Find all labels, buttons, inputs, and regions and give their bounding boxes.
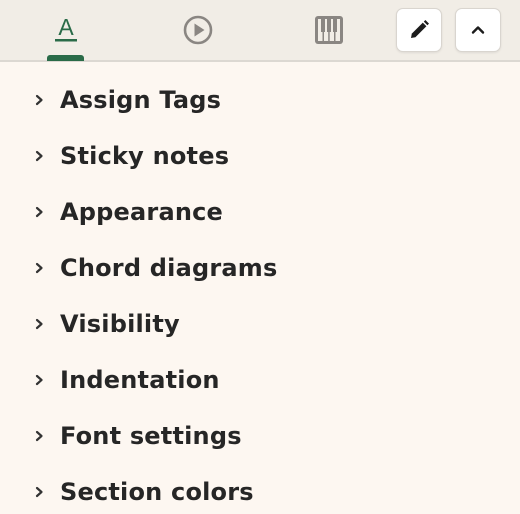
chevron-right-icon xyxy=(32,261,46,275)
menu-item-assign-tags[interactable]: Assign Tags xyxy=(0,72,520,128)
playback-tab[interactable] xyxy=(172,0,224,60)
chevron-right-icon xyxy=(32,205,46,219)
menu-item-label: Sticky notes xyxy=(60,142,230,170)
chevron-right-icon xyxy=(32,149,46,163)
menu-item-font-settings[interactable]: Font settings xyxy=(0,408,520,464)
settings-menu: Assign Tags Sticky notes Appearance Chor… xyxy=(0,72,520,514)
menu-item-chord-diagrams[interactable]: Chord diagrams xyxy=(0,240,520,296)
toolbar: A xyxy=(0,0,520,62)
play-circle-icon xyxy=(183,15,213,45)
chevron-right-icon xyxy=(32,485,46,499)
menu-item-label: Indentation xyxy=(60,366,220,394)
chevron-right-icon xyxy=(32,429,46,443)
piano-icon xyxy=(315,16,343,44)
menu-item-indentation[interactable]: Indentation xyxy=(0,352,520,408)
text-tab[interactable]: A xyxy=(40,0,92,60)
menu-item-section-colors[interactable]: Section colors xyxy=(0,464,520,514)
settings-panel: A Assign Tags Sticky notes Appearance Ch… xyxy=(0,0,520,514)
menu-item-appearance[interactable]: Appearance xyxy=(0,184,520,240)
menu-item-label: Assign Tags xyxy=(60,86,222,114)
piano-tab[interactable] xyxy=(303,0,355,60)
chevron-right-icon xyxy=(32,93,46,107)
collapse-button[interactable] xyxy=(455,8,501,52)
menu-item-label: Chord diagrams xyxy=(60,254,278,282)
chevron-right-icon xyxy=(32,317,46,331)
menu-item-visibility[interactable]: Visibility xyxy=(0,296,520,352)
chevron-right-icon xyxy=(32,373,46,387)
text-format-icon: A xyxy=(55,14,77,42)
menu-item-label: Visibility xyxy=(60,310,180,338)
chevron-up-icon xyxy=(471,26,485,34)
active-tab-indicator xyxy=(47,55,84,61)
menu-item-label: Font settings xyxy=(60,422,242,450)
menu-item-sticky-notes[interactable]: Sticky notes xyxy=(0,128,520,184)
pencil-icon xyxy=(411,20,429,38)
menu-item-label: Appearance xyxy=(60,198,224,226)
menu-item-label: Section colors xyxy=(60,478,254,506)
edit-button[interactable] xyxy=(396,8,442,52)
text-tab-glyph: A xyxy=(58,14,74,40)
